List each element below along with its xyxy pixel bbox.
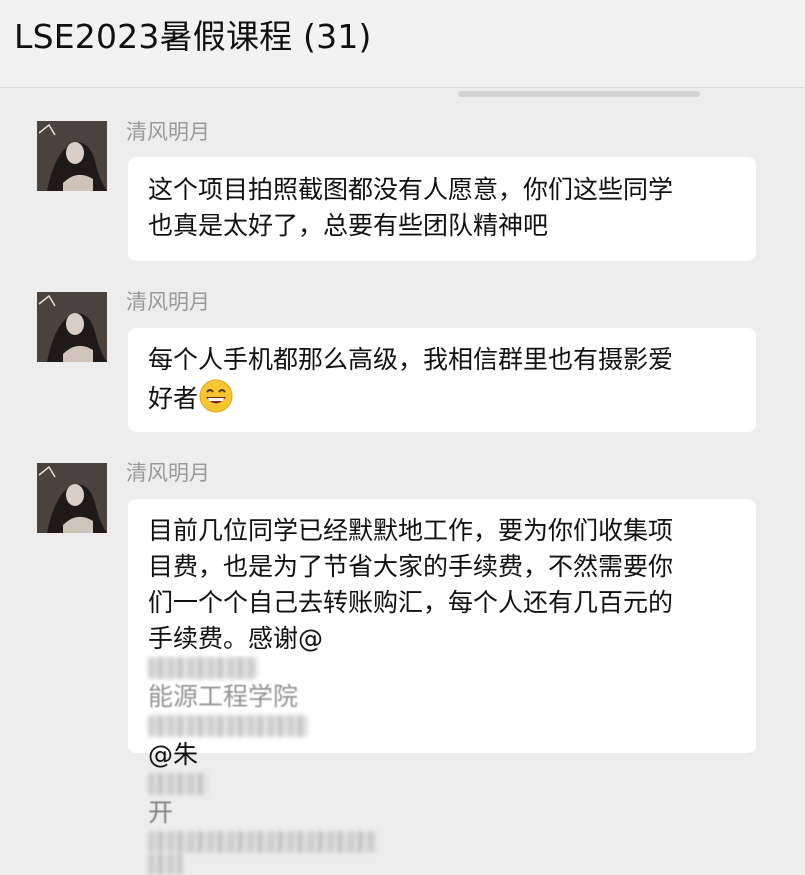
scroll-indicator[interactable]	[458, 91, 700, 97]
avatar[interactable]	[37, 121, 107, 191]
message-line: 目费，也是为了节省大家的手续费，不然需要你	[148, 552, 674, 581]
message-text: 手续费。感谢@	[148, 624, 324, 653]
message-line: 这个项目拍照截图都没有人愿意，你们这些同学	[148, 175, 674, 204]
redacted-name	[148, 831, 378, 853]
redacted-name	[148, 853, 182, 875]
message-bubble[interactable]: 目前几位同学已经默默地工作，要为你们收集项 目费，也是为了节省大家的手续费，不然…	[128, 499, 756, 875]
avatar[interactable]	[37, 292, 107, 362]
sender-name: 清风明月	[126, 120, 210, 144]
message-text: 好者	[148, 384, 199, 413]
avatar[interactable]	[37, 463, 107, 533]
chat-header: LSE2023暑假课程 (31)	[0, 0, 805, 88]
message-bubble[interactable]: 每个人手机都那么高级，我相信群里也有摄影爱 好者	[128, 328, 756, 432]
message-line: 手续费。感谢@ 能源工程学院	[148, 621, 736, 715]
message-line	[148, 853, 736, 875]
message-text: 能源工程学院	[148, 682, 299, 711]
message-line: 好者	[148, 378, 736, 417]
sender-name: 清风明月	[126, 461, 210, 485]
sender-name: 清风明月	[126, 290, 210, 314]
redacted-name	[148, 773, 208, 795]
message-line: 也真是太好了，总要有些团队精神吧	[148, 211, 549, 240]
grinning-face-icon	[199, 379, 233, 413]
message-line: 们一个个自己去转账购汇，每个人还有几百元的	[148, 588, 674, 617]
message-line: 每个人手机都那么高级，我相信群里也有摄影爱	[148, 345, 674, 374]
message-bubble[interactable]: 这个项目拍照截图都没有人愿意，你们这些同学 也真是太好了，总要有些团队精神吧	[128, 157, 756, 261]
message-text: 开	[148, 798, 174, 827]
message-line: @朱开	[148, 715, 736, 853]
redacted-name	[148, 715, 308, 737]
mention[interactable]: @朱	[148, 740, 198, 769]
chat-title: LSE2023暑假课程 (31)	[14, 17, 372, 56]
redacted-name	[148, 657, 258, 679]
message-line: 目前几位同学已经默默地工作，要为你们收集项	[148, 516, 674, 545]
